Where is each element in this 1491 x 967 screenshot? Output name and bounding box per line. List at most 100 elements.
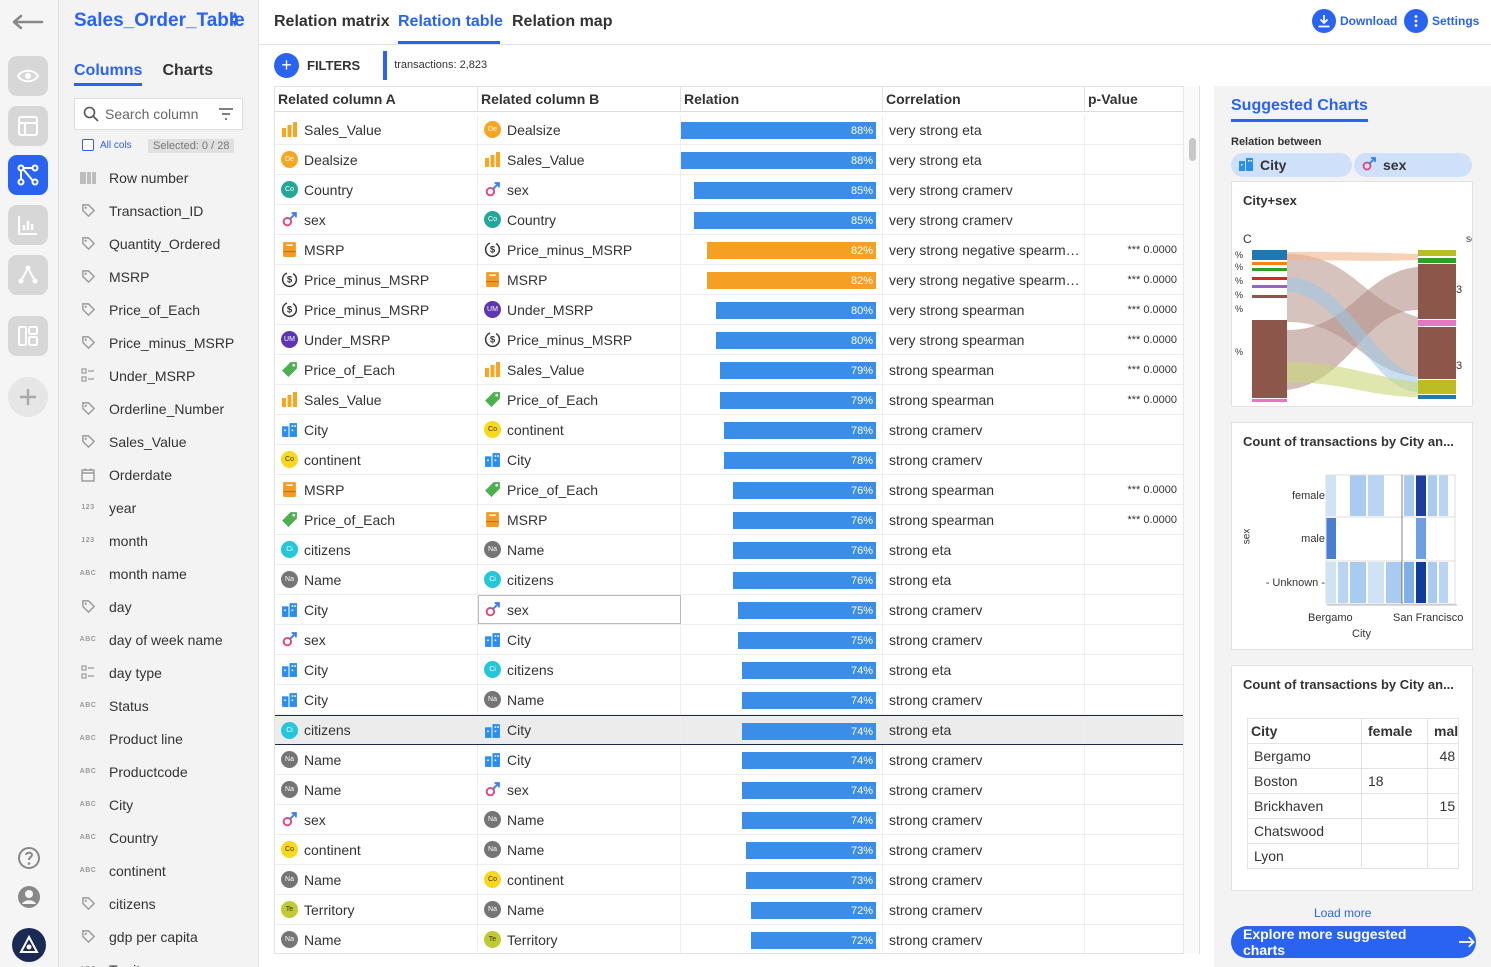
cell-column-a[interactable]: De Dealsize [275, 145, 478, 174]
cell-column-a[interactable]: sex [275, 205, 478, 234]
cell-column-a[interactable]: Ci citizens [275, 716, 478, 744]
cell-column-b[interactable]: Na Name [478, 685, 681, 714]
chip-city[interactable]: City [1231, 153, 1352, 177]
cell-column-a[interactable]: Co Country [275, 175, 478, 204]
header-related-column-a[interactable]: Related column A [275, 87, 478, 111]
chart-icon[interactable] [8, 205, 48, 245]
column-item[interactable]: ABC day of week name [79, 623, 234, 656]
tab-columns[interactable]: Columns [74, 62, 143, 86]
table-row[interactable]: $ Price_minus_MSRP MSRP 82% very strong nega… [275, 265, 1185, 295]
chip-sex[interactable]: sex [1354, 153, 1472, 177]
table-row[interactable]: City Ci citizens 74% strong eta [275, 655, 1185, 685]
cell-column-b[interactable]: $ Price_minus_MSRP [478, 325, 681, 354]
cell-column-b[interactable]: Na Name [478, 835, 681, 864]
app-logo-icon[interactable] [12, 928, 46, 962]
cell-column-b[interactable]: Na Name [478, 535, 681, 564]
cell-column-b[interactable]: sex [478, 775, 681, 804]
cell-column-b[interactable]: Ci citizens [478, 565, 681, 594]
all-cols-checkbox[interactable] [82, 139, 94, 151]
table-row[interactable]: sex Na Name 74% strong cramerv [275, 805, 1185, 835]
cell-column-a[interactable]: City [275, 595, 478, 624]
cell-column-a[interactable]: MSRP [275, 235, 478, 264]
load-more-link[interactable]: Load more [1314, 906, 1371, 920]
table-row[interactable]: $ Price_minus_MSRP UM Under_MSRP 80% very str… [275, 295, 1185, 325]
column-item[interactable]: Transaction_ID [79, 194, 234, 227]
table-row[interactable]: sex City 75% strong cramerv [275, 625, 1185, 655]
column-item[interactable]: Price_minus_MSRP [79, 326, 234, 359]
suggested-charts-title[interactable]: Suggested Charts [1231, 97, 1368, 122]
column-item[interactable]: gdp per capita [79, 920, 234, 953]
column-item[interactable]: Orderline_Number [79, 392, 234, 425]
download-button[interactable]: Download [1312, 9, 1397, 33]
tab-relation-map[interactable]: Relation map [512, 13, 612, 31]
cell-column-a[interactable]: Price_of_Each [275, 505, 478, 534]
cell-column-b[interactable]: De Dealsize [478, 115, 681, 144]
table-row[interactable]: Sales_Value De Dealsize 88% very strong eta [275, 115, 1185, 145]
table-row[interactable]: Sales_Value Price_of_Each 79% strong spearm… [275, 385, 1185, 415]
cell-column-a[interactable]: Ci citizens [275, 535, 478, 564]
cell-column-b[interactable]: City [478, 445, 681, 474]
network-icon[interactable] [8, 255, 48, 295]
column-item[interactable]: Quantity_Ordered [79, 227, 234, 260]
table-row[interactable]: Na Name Te Territory 72% strong cramerv [275, 925, 1185, 953]
table-row[interactable]: MSRP Price_of_Each 76% strong spearman *** 0… [275, 475, 1185, 505]
cell-column-a[interactable]: Na Name [275, 865, 478, 894]
column-item[interactable]: citizens [79, 887, 234, 920]
column-item[interactable]: day [79, 590, 234, 623]
cell-column-b[interactable]: City [478, 745, 681, 774]
column-item[interactable]: Under_MSRP [79, 359, 234, 392]
user-icon[interactable] [16, 884, 42, 910]
table-row[interactable]: City Co continent 78% strong cramerv [275, 415, 1185, 445]
add-filter-button[interactable]: + [274, 52, 299, 78]
cell-column-a[interactable]: City [275, 655, 478, 684]
cell-column-b[interactable]: Na Name [478, 895, 681, 924]
cell-column-a[interactable]: Na Name [275, 745, 478, 774]
cell-column-a[interactable]: Sales_Value [275, 385, 478, 414]
cell-column-b[interactable]: MSRP [478, 505, 681, 534]
cell-column-a[interactable]: Sales_Value [275, 115, 478, 144]
column-item[interactable]: ABC Status [79, 689, 234, 722]
table-row[interactable]: UM Under_MSRP $ Price_minus_MSRP 80% very str… [275, 325, 1185, 355]
table-row[interactable]: City Na Name 74% strong cramerv [275, 685, 1185, 715]
tab-charts[interactable]: Charts [162, 62, 213, 86]
column-item[interactable]: ABC City [79, 788, 234, 821]
column-item[interactable]: 123 year [79, 491, 234, 524]
help-icon[interactable] [16, 845, 42, 871]
cell-column-b[interactable]: City [478, 716, 681, 744]
cell-column-a[interactable]: Na Name [275, 925, 478, 953]
cell-column-a[interactable]: City [275, 685, 478, 714]
cell-column-b[interactable]: Co continent [478, 415, 681, 444]
cell-column-b[interactable]: UM Under_MSRP [478, 295, 681, 324]
table-row[interactable]: sex Co Country 85% very strong cramerv [275, 205, 1185, 235]
table-row[interactable]: Na Name Ci citizens 76% strong eta [275, 565, 1185, 595]
table-row[interactable]: Price_of_Each MSRP 76% strong spearman *** 0… [275, 505, 1185, 535]
cell-column-b[interactable]: Co continent [478, 865, 681, 894]
cell-column-a[interactable]: MSRP [275, 475, 478, 504]
add-icon[interactable] [8, 377, 48, 417]
table-row[interactable]: Na Name sex 74% strong cramerv [275, 775, 1185, 805]
table-row[interactable]: Co continent City 78% strong cramerv [275, 445, 1185, 475]
cell-column-a[interactable]: sex [275, 805, 478, 834]
layout-icon[interactable] [8, 106, 48, 146]
table-scrollbar[interactable] [1183, 86, 1199, 954]
dataset-switch-icon[interactable]: ▴ ▾ [232, 8, 238, 29]
cell-column-a[interactable]: sex [275, 625, 478, 654]
chart-card-heatmap[interactable]: Count of transactions by City an... sex … [1231, 422, 1473, 650]
cell-column-b[interactable]: sex [478, 595, 681, 624]
cell-column-a[interactable]: Co continent [275, 445, 478, 474]
header-correlation[interactable]: Correlation [883, 87, 1085, 111]
eye-icon[interactable] [8, 56, 48, 96]
cell-column-a[interactable]: $ Price_minus_MSRP [275, 265, 478, 294]
cell-column-a[interactable]: $ Price_minus_MSRP [275, 295, 478, 324]
cell-column-a[interactable]: UM Under_MSRP [275, 325, 478, 354]
table-row[interactable]: Co continent Na Name 73% strong cramerv [275, 835, 1185, 865]
filter-lines-icon[interactable] [218, 108, 234, 120]
chart-card-table[interactable]: Count of transactions by City an... City… [1231, 665, 1473, 891]
table-row[interactable]: Co Country sex 85% very strong cramerv [275, 175, 1185, 205]
tab-relation-table[interactable]: Relation table [398, 13, 503, 31]
column-item[interactable]: Orderdate [79, 458, 234, 491]
cell-column-a[interactable]: Price_of_Each [275, 355, 478, 384]
table-row[interactable]: Price_of_Each Sales_Value 79% strong spearm… [275, 355, 1185, 385]
column-item[interactable]: Price_of_Each [79, 293, 234, 326]
cell-column-b[interactable]: Price_of_Each [478, 385, 681, 414]
